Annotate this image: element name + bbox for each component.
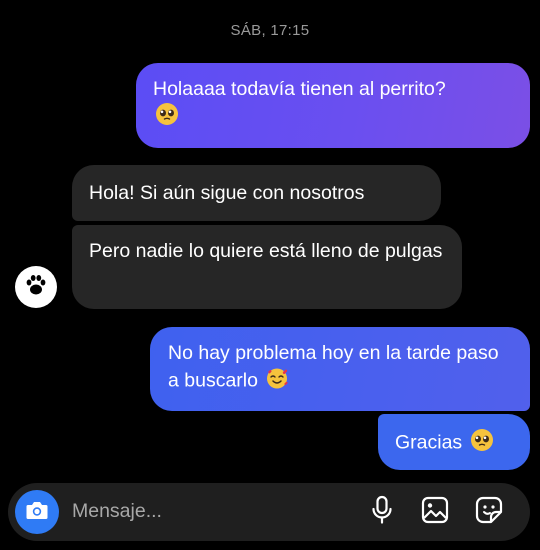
gallery-button[interactable] — [419, 496, 451, 528]
conversation-timestamp: SÁB, 17:15 — [230, 22, 310, 39]
microphone-button[interactable] — [366, 495, 398, 530]
camera-icon — [25, 499, 49, 526]
message-text: Hola! Si aún sigue con nosotros — [89, 182, 365, 204]
pleading-face-emoji-icon — [155, 102, 179, 133]
sticker-icon — [474, 495, 504, 530]
camera-button[interactable] — [15, 490, 59, 534]
message-text: No hay problema hoy en la tarde paso a b… — [168, 342, 499, 392]
contact-avatar[interactable] — [15, 266, 57, 308]
incoming-message-bubble[interactable]: Pero nadie lo quiere está lleno de pulga… — [72, 225, 462, 309]
message-input[interactable]: Mensaje... — [72, 500, 162, 523]
outgoing-message-bubble[interactable]: No hay problema hoy en la tarde paso a b… — [150, 327, 530, 411]
gallery-icon — [420, 495, 450, 530]
smiling-face-with-hearts-emoji-icon — [265, 366, 289, 397]
microphone-icon — [370, 495, 394, 530]
message-text: Pero nadie lo quiere está lleno de pulga… — [89, 240, 443, 262]
sticker-button[interactable] — [473, 496, 505, 528]
outgoing-message-bubble[interactable]: Gracias — [378, 414, 530, 470]
outgoing-message-bubble[interactable]: Holaaaa todavía tienen al perrito? — [136, 63, 530, 148]
incoming-message-bubble[interactable]: Hola! Si aún sigue con nosotros — [72, 165, 441, 221]
paw-icon — [22, 271, 50, 304]
message-composer: Mensaje... — [8, 483, 530, 541]
message-text: Gracias — [395, 431, 463, 454]
message-text: Holaaaa todavía tienen al perrito? — [153, 78, 446, 100]
pleading-face-emoji-icon — [470, 428, 494, 459]
